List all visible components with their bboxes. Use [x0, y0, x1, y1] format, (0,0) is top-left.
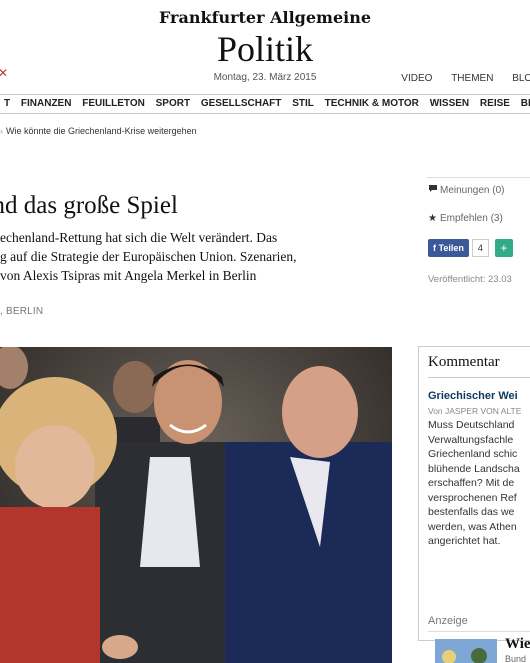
kommentar-title[interactable]: Griechischer Wei [428, 390, 518, 402]
nav-item-finanzen[interactable]: FINANZEN [17, 95, 76, 113]
top-links: VIDEO THEMEN BLOG [385, 73, 530, 84]
breadcrumb-arrow-icon: › [0, 126, 3, 136]
facebook-share-button[interactable]: f Teilen [428, 239, 469, 257]
main-nav: T FINANZEN FEUILLETON SPORT GESELLSCHAFT… [0, 94, 530, 114]
recommend-count: (3) [490, 213, 503, 224]
comments-link[interactable]: Meinungen (0) [428, 184, 505, 196]
kommentar-line: Muss Deutschland [428, 419, 515, 431]
nav-item-reise[interactable]: REISE [476, 95, 514, 113]
top-link-themen[interactable]: THEMEN [451, 73, 493, 84]
recommend-link[interactable]: ★ Empfehlen (3) [428, 213, 503, 224]
nav-item-partial[interactable]: T [0, 95, 14, 113]
sidebar-divider [427, 177, 530, 178]
photo-illustration [0, 347, 392, 663]
nav-item-sport[interactable]: SPORT [152, 95, 194, 113]
article-author: , BERLIN [0, 306, 44, 317]
article-headline: und das große Spiel [0, 192, 178, 219]
section-title[interactable]: Politik [0, 28, 530, 70]
share-label: Teilen [438, 243, 464, 253]
kommentar-header: Kommentar [428, 354, 500, 370]
star-icon: ★ [428, 213, 437, 224]
ad-thumbnail[interactable] [435, 639, 497, 663]
breadcrumb-link[interactable]: Wie könnte die Griechenland-Krise weiter… [6, 126, 197, 136]
kommentar-line: blühende Landscha [428, 462, 520, 475]
nav-item-feuilleton[interactable]: FEUILLETON [78, 95, 149, 113]
logo-mark-icon: ✕ [0, 66, 9, 80]
nav-item-technik-motor[interactable]: TECHNIK & MOTOR [321, 95, 423, 113]
article-lead: echenland-Rettung hat sich die Welt verä… [0, 228, 400, 285]
share-count: 4 [471, 239, 489, 257]
comments-label: Meinungen [440, 185, 490, 196]
ad-divider [428, 631, 530, 632]
kommentar-line: versprochenen Ref [428, 491, 517, 504]
article-photo[interactable] [0, 347, 392, 663]
breadcrumb: › Wie könnte die Griechenland-Krise weite… [0, 126, 197, 136]
plus-icon[interactable]: + [494, 239, 513, 257]
kommentar-divider [428, 377, 530, 378]
masthead-brand[interactable]: Frankfurter Allgemeine [0, 8, 530, 27]
kommentar-line: bestenfalls das we [428, 506, 515, 518]
kommentar-line: werden, was Athen [428, 520, 517, 533]
lead-line: g auf die Strategie der Europäischen Uni… [0, 249, 297, 264]
top-link-blog[interactable]: BLOG [512, 73, 530, 84]
share-bar: f Teilen 4 + [428, 239, 513, 257]
nav-item-wissen[interactable]: WISSEN [426, 95, 473, 113]
ad-title[interactable]: Wie [505, 636, 530, 653]
ad-label: Anzeige [428, 615, 468, 627]
ad-subtitle: Bund [505, 654, 527, 663]
kommentar-line: angerichtet hat. [428, 535, 501, 547]
kommentar-line: erschaffen? Mit de [428, 477, 515, 489]
kommentar-line: Griechenland schic [428, 448, 518, 460]
nav-item-gesellschaft[interactable]: GESELLSCHAFT [197, 95, 286, 113]
ad-thumbnail-illustration [435, 639, 497, 663]
nav-item-stil[interactable]: STIL [288, 95, 318, 113]
facebook-icon: f [433, 243, 436, 253]
comment-icon [428, 184, 440, 196]
top-link-video[interactable]: VIDEO [401, 73, 432, 84]
published-date: Veröffentlicht: 23.03 [428, 274, 512, 285]
lead-line: von Alexis Tsipras mit Angela Merkel in … [0, 268, 257, 283]
nav-item-beruf[interactable]: BERUF [517, 95, 530, 113]
recommend-label: Empfehlen [440, 213, 488, 224]
comments-count: (0) [492, 185, 505, 196]
kommentar-author[interactable]: Von JASPER VON ALTE [428, 406, 521, 416]
kommentar-teaser[interactable]: Muss Deutschland Verwaltungsfachle Griec… [428, 418, 520, 549]
kommentar-line: Verwaltungsfachle [428, 433, 514, 446]
lead-line: echenland-Rettung hat sich die Welt verä… [0, 230, 278, 245]
